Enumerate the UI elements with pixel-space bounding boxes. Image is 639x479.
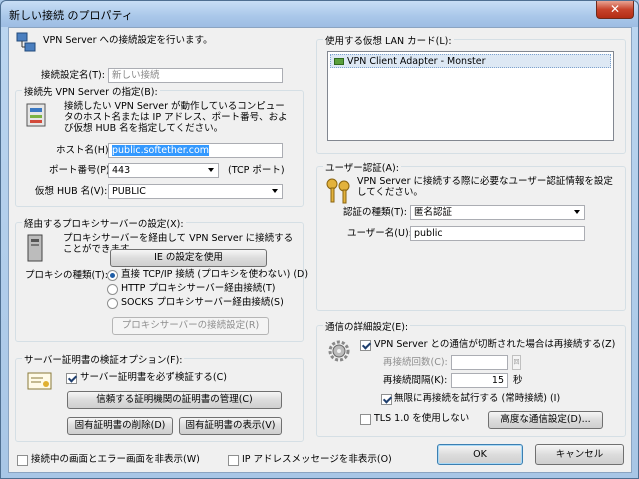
hide-ip-checkbox[interactable] (228, 455, 239, 466)
interval-label: 再接続間隔(K): (383, 375, 448, 386)
infinite-reconnect-checkbox[interactable] (381, 394, 392, 405)
destination-description: 接続したい VPN Server が動作しているコンピュータのホスト名または I… (64, 101, 288, 134)
lan-card-item-label: VPN Client Adapter - Monster (347, 56, 486, 67)
cert-group-label: サーバー証明書の検証オプション(F): (22, 352, 185, 366)
proxy-group-label: 経由するプロキシサーバーの設定(X): (22, 216, 186, 230)
verify-cert-checkbox[interactable] (66, 373, 77, 384)
host-field[interactable]: public.softether.com (108, 143, 283, 158)
auth-description: VPN Server に接続する際に必要なユーザー認証情報を設定してください。 (357, 176, 613, 198)
delete-cert-button[interactable]: 固有証明書の削除(D) (67, 417, 173, 435)
no-tls-checkbox[interactable] (360, 414, 371, 425)
retry-count-unit: 回 (512, 355, 521, 370)
properties-window: 新しい接続 のプロパティ ✕ VPN Server への接続設定を行います。 接… (0, 0, 639, 479)
title-bar[interactable]: 新しい接続 のプロパティ ✕ (1, 1, 638, 27)
retry-count-label: 再接続回数(C): (383, 357, 448, 368)
window-title: 新しい接続 のプロパティ (9, 9, 133, 22)
port-label: ポート番号(P): (49, 165, 113, 176)
network-adapter-icon (334, 58, 344, 65)
hide-screens-label: 接続中の画面とエラー画面を非表示(W) (31, 454, 200, 465)
auth-group-label: ユーザー認証(A): (323, 160, 401, 174)
reconnect-label: VPN Server との通信が切断された場合は再接続する(Z) (374, 339, 616, 350)
verify-cert-label: サーバー証明書を必ず検証する(C) (80, 372, 227, 383)
comm-group-label: 通信の詳細設定(E): (323, 319, 411, 333)
header-text: VPN Server への接続設定を行います。 (43, 35, 213, 46)
interval-field[interactable]: 15 (451, 373, 508, 388)
port-combo[interactable]: 443 (108, 163, 219, 178)
ie-settings-button[interactable]: IE の設定を使用 (110, 249, 267, 267)
dialog-body: VPN Server への接続設定を行います。 接続設定名(T): 新しい接続 … (8, 27, 632, 473)
no-tls-label: TLS 1.0 を使用しない (374, 413, 470, 424)
user-field[interactable]: public (410, 226, 585, 241)
server-icon (26, 103, 46, 127)
host-label: ホスト名(H): (56, 145, 112, 156)
proxy-settings-button[interactable]: プロキシサーバーの接続設定(R) (112, 317, 269, 335)
reconnect-checkbox[interactable] (360, 340, 371, 351)
show-cert-button[interactable]: 固有証明書の表示(V) (179, 417, 282, 435)
infinite-reconnect-label: 無限に再接続を試行する (常時接続) (I) (394, 393, 561, 404)
hide-screens-checkbox[interactable] (17, 455, 28, 466)
hub-combo[interactable]: PUBLIC (108, 184, 283, 199)
hub-label: 仮想 HUB 名(V): (35, 186, 108, 197)
proxy-direct-label: 直接 TCP/IP 接続 (プロキシを使わない) (D) (121, 269, 309, 280)
chevron-down-icon (208, 168, 214, 172)
gear-icon (328, 340, 350, 362)
ok-button[interactable]: OK (437, 444, 523, 465)
user-label: ユーザー名(U): (347, 228, 412, 239)
certificate-icon (27, 372, 52, 390)
auth-type-value: 匿名認証 (414, 207, 453, 218)
destination-group-label: 接続先 VPN Server の指定(B): (22, 84, 160, 98)
setting-name-label: 接続設定名(T): (41, 70, 105, 81)
manage-ca-button[interactable]: 信頼する証明機関の証明書の管理(C) (67, 391, 282, 409)
auth-type-label: 認証の種類(T): (343, 207, 407, 218)
proxy-http-radio[interactable] (107, 284, 118, 295)
close-button[interactable]: ✕ (596, 1, 634, 19)
proxy-http-label: HTTP プロキシサーバー経由接続(T) (121, 283, 276, 294)
retry-count-field[interactable] (451, 355, 508, 370)
chevron-down-icon (574, 210, 580, 214)
host-value: public.softether.com (112, 145, 210, 156)
proxy-direct-radio[interactable] (107, 270, 118, 281)
setting-name-field[interactable]: 新しい接続 (108, 68, 283, 83)
proxy-socks-radio[interactable] (107, 298, 118, 309)
computer-icon (27, 234, 43, 262)
lan-card-list[interactable]: VPN Client Adapter - Monster (327, 51, 614, 141)
chevron-down-icon (272, 189, 278, 193)
hide-ip-label: IP アドレスメッセージを非表示(O) (242, 454, 392, 465)
auth-type-combo[interactable]: 匿名認証 (410, 205, 585, 220)
proxy-socks-label: SOCKS プロキシサーバー経由接続(S) (121, 297, 284, 308)
hub-value: PUBLIC (112, 186, 146, 197)
list-item[interactable]: VPN Client Adapter - Monster (330, 54, 611, 68)
port-value: 443 (112, 165, 131, 176)
port-suffix: (TCP ポート) (228, 165, 285, 176)
proxy-type-label: プロキシの種類(T): (25, 270, 108, 281)
advanced-settings-button[interactable]: 高度な通信設定(D)... (488, 411, 603, 429)
network-icon (16, 32, 36, 52)
cancel-button[interactable]: キャンセル (535, 444, 624, 465)
lan-card-group-label: 使用する仮想 LAN カード(L): (323, 33, 454, 47)
interval-unit: 秒 (513, 375, 523, 386)
keys-icon (326, 178, 350, 204)
